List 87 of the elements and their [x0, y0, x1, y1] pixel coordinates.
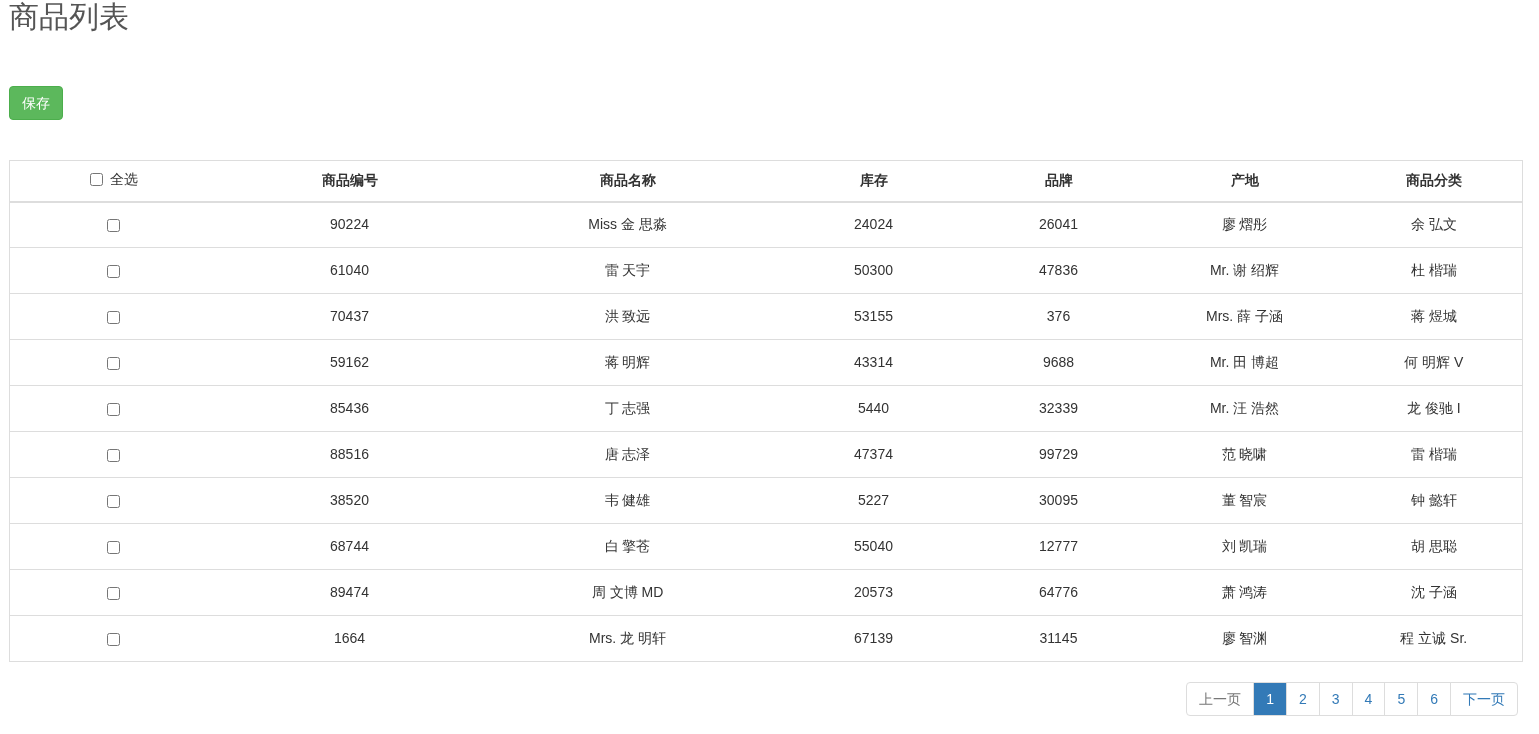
table-cell: 杜 楷瑞 [1410, 262, 1457, 278]
table-cell: 5440 [857, 400, 890, 416]
table-cell: 67139 [854, 630, 893, 646]
table-cell: 89474 [330, 584, 369, 600]
table-cell: 31145 [1039, 630, 1078, 646]
page-link[interactable]: 4 [1351, 682, 1386, 716]
checkbox[interactable] [107, 310, 121, 324]
checkbox[interactable] [107, 586, 121, 600]
table-cell: 38520 [330, 492, 369, 508]
page-link[interactable]: 5 [1384, 682, 1419, 716]
page-link[interactable]: 6 [1417, 682, 1451, 716]
table-cell: 24024 [854, 216, 893, 233]
column-header: 商品名称 [599, 172, 656, 189]
table-cell: Mrs. 龙 明轩 [589, 630, 666, 646]
table-cell: 32339 [1039, 400, 1078, 416]
table-cell: 376 [1046, 308, 1071, 324]
table-cell: 蒋 煜城 [1410, 308, 1457, 324]
table-cell: 余 弘文 [1410, 216, 1457, 233]
table-cell: 雷 楷瑞 [1410, 446, 1457, 462]
table-cell: 萧 鸿涛 [1221, 584, 1268, 600]
table-cell: 61040 [330, 262, 369, 278]
table-cell: 雷 天宇 [604, 262, 651, 278]
column-header: 商品分类 [1405, 172, 1462, 189]
table-cell: 范 晓啸 [1221, 446, 1268, 462]
table-cell: 沈 子涵 [1410, 584, 1457, 600]
table-cell: 唐 志泽 [604, 446, 651, 462]
table-cell: 85436 [330, 400, 369, 416]
table-cell: 廖 智渊 [1221, 630, 1268, 646]
table-cell: Mr. 谢 绍辉 [1209, 262, 1280, 278]
table-cell: Mr. 田 博超 [1209, 354, 1280, 370]
table-cell: 1664 [333, 630, 366, 646]
table-cell: 68744 [330, 538, 369, 554]
checkbox[interactable] [107, 494, 121, 508]
table-cell: 20573 [854, 584, 893, 600]
table-cell: 53155 [854, 308, 893, 324]
table-cell: 64776 [1039, 584, 1078, 600]
table-cell: Mrs. 薛 子涵 [1206, 308, 1283, 324]
checkbox[interactable] [107, 356, 121, 370]
checkbox[interactable] [107, 219, 121, 233]
save-button[interactable]: 保存 [9, 86, 63, 120]
table-cell: 刘 凯瑞 [1221, 538, 1268, 554]
table-cell: 43314 [854, 354, 893, 370]
page-link[interactable]: 1 [1253, 682, 1287, 716]
table-cell: 70437 [330, 308, 369, 324]
table-cell: 9688 [1042, 354, 1075, 370]
column-header: 商品编号 [321, 172, 378, 189]
table-cell: 钟 懿轩 [1410, 492, 1457, 508]
table-cell: 59162 [330, 354, 369, 370]
page-title: 商品列表 [9, 0, 129, 34]
table-cell: 47836 [1039, 262, 1078, 278]
select-all-label: 全选 [109, 170, 138, 190]
table-cell: 5227 [857, 492, 890, 508]
checkbox[interactable] [107, 632, 121, 646]
checkbox[interactable] [107, 402, 121, 416]
checkbox[interactable] [107, 264, 121, 278]
table-cell: 龙 俊驰 I [1406, 400, 1461, 416]
column-header: 产地 [1230, 172, 1259, 189]
table-cell: 88516 [330, 446, 369, 462]
table-cell: 洪 致远 [604, 308, 651, 324]
table-cell: 韦 健雄 [604, 492, 651, 508]
table-cell: 30095 [1039, 492, 1078, 508]
table-cell: 55040 [854, 538, 893, 554]
next-page-link[interactable]: 下一页 [1450, 682, 1518, 716]
checkbox[interactable] [89, 173, 103, 187]
table-cell: 何 明辉 V [1404, 354, 1464, 370]
table-cell: Miss 金 思淼 [588, 216, 667, 233]
checkbox[interactable] [107, 448, 121, 462]
table-cell: 胡 思聪 [1410, 538, 1457, 554]
checkbox[interactable] [107, 540, 121, 554]
column-header: 库存 [859, 172, 888, 189]
table-cell: 廖 熠彤 [1221, 216, 1268, 233]
page-link[interactable]: 2 [1286, 682, 1320, 716]
table-cell: 26041 [1039, 216, 1078, 233]
table-cell: 董 智宸 [1221, 492, 1268, 508]
table-cell: 50300 [854, 262, 893, 278]
table-cell: 99729 [1039, 446, 1078, 462]
table-cell: 白 擎苍 [604, 538, 651, 554]
table-cell: 90224 [330, 216, 369, 233]
table-cell: 周 文博 MD [591, 584, 664, 600]
table-cell: 12777 [1039, 538, 1078, 554]
table-cell: 丁 志强 [604, 400, 651, 416]
table-cell: 47374 [854, 446, 893, 462]
table-cell: 蒋 明辉 [604, 354, 651, 370]
table-cell: 程 立诚 Sr. [1400, 630, 1468, 646]
table-cell: Mr. 汪 浩然 [1209, 400, 1280, 416]
page-link[interactable]: 3 [1318, 682, 1353, 716]
column-header: 品牌 [1044, 172, 1073, 189]
